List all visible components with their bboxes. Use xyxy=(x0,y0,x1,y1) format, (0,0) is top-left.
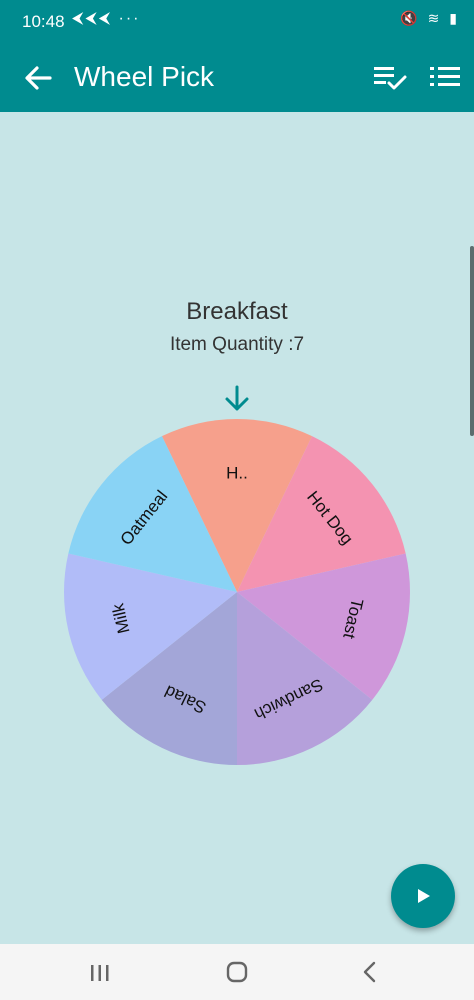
arrow-back-icon xyxy=(25,66,52,90)
wheel-title: Breakfast xyxy=(186,298,288,325)
pointer-arrow-icon xyxy=(225,385,249,411)
back-button[interactable] xyxy=(20,60,56,96)
list-icon xyxy=(430,67,460,86)
play-button[interactable] xyxy=(391,864,455,928)
app-bar: Wheel Pick xyxy=(0,44,474,112)
notification-icons: ⮜⮜⮜ ··· xyxy=(72,10,141,27)
status-bar: 10:48 ⮜⮜⮜ ··· 🔇 ≋ ▮ xyxy=(0,0,474,44)
home-icon[interactable] xyxy=(226,961,248,983)
item-quantity: Item Quantity :7 xyxy=(169,334,305,355)
status-time: 10:48 xyxy=(22,12,65,31)
navigation-bar xyxy=(0,944,474,1000)
system-status-icons: 🔇 ≋ ▮ xyxy=(400,10,460,26)
spin-wheel[interactable]: H..Hot DogToastSandwichSaladMilkOatmeal xyxy=(62,417,412,767)
play-icon xyxy=(418,889,430,903)
wheel-segment-label: H.. xyxy=(226,463,248,482)
checklist-button[interactable] xyxy=(372,62,408,94)
app-title: Wheel Pick xyxy=(74,61,215,92)
list-button[interactable] xyxy=(428,62,464,94)
recents-icon[interactable] xyxy=(88,962,112,984)
back-icon[interactable] xyxy=(360,960,380,984)
checklist-icon xyxy=(374,67,407,90)
